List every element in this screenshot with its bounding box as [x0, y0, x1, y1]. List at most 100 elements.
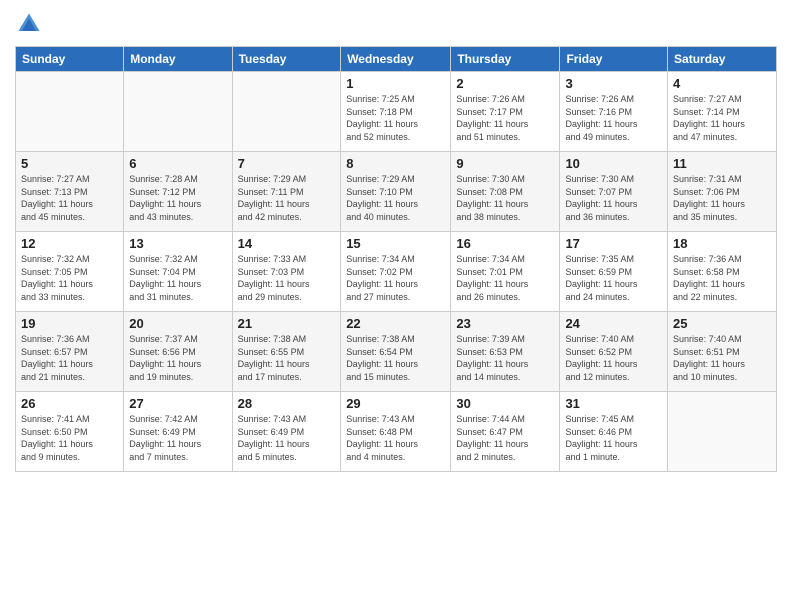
- calendar-cell: 23 Sunrise: 7:39 AM Sunset: 6:53 PM Dayli…: [451, 312, 560, 392]
- day-info: Sunrise: 7:26 AM Sunset: 7:17 PM Dayligh…: [456, 93, 554, 143]
- day-number: 29: [346, 396, 445, 411]
- day-info: Sunrise: 7:27 AM Sunset: 7:14 PM Dayligh…: [673, 93, 771, 143]
- calendar-cell: 27 Sunrise: 7:42 AM Sunset: 6:49 PM Dayli…: [124, 392, 232, 472]
- calendar-cell: 1 Sunrise: 7:25 AM Sunset: 7:18 PM Daylig…: [341, 72, 451, 152]
- day-number: 30: [456, 396, 554, 411]
- day-info: Sunrise: 7:29 AM Sunset: 7:11 PM Dayligh…: [238, 173, 336, 223]
- day-number: 22: [346, 316, 445, 331]
- day-info: Sunrise: 7:38 AM Sunset: 6:55 PM Dayligh…: [238, 333, 336, 383]
- day-info: Sunrise: 7:40 AM Sunset: 6:52 PM Dayligh…: [565, 333, 662, 383]
- day-info: Sunrise: 7:29 AM Sunset: 7:10 PM Dayligh…: [346, 173, 445, 223]
- day-number: 4: [673, 76, 771, 91]
- day-info: Sunrise: 7:37 AM Sunset: 6:56 PM Dayligh…: [129, 333, 226, 383]
- calendar-cell: 12 Sunrise: 7:32 AM Sunset: 7:05 PM Dayli…: [16, 232, 124, 312]
- day-number: 8: [346, 156, 445, 171]
- calendar-cell: 11 Sunrise: 7:31 AM Sunset: 7:06 PM Dayli…: [668, 152, 777, 232]
- day-info: Sunrise: 7:30 AM Sunset: 7:08 PM Dayligh…: [456, 173, 554, 223]
- day-number: 7: [238, 156, 336, 171]
- calendar-week-row: 12 Sunrise: 7:32 AM Sunset: 7:05 PM Dayli…: [16, 232, 777, 312]
- day-info: Sunrise: 7:32 AM Sunset: 7:05 PM Dayligh…: [21, 253, 118, 303]
- calendar: SundayMondayTuesdayWednesdayThursdayFrid…: [15, 46, 777, 472]
- calendar-week-row: 1 Sunrise: 7:25 AM Sunset: 7:18 PM Daylig…: [16, 72, 777, 152]
- day-number: 28: [238, 396, 336, 411]
- calendar-cell: [124, 72, 232, 152]
- day-number: 1: [346, 76, 445, 91]
- calendar-cell: 13Sunrise: 7:32 AM Sunset: 7:04 PM Dayli…: [124, 232, 232, 312]
- day-info: Sunrise: 7:40 AM Sunset: 6:51 PM Dayligh…: [673, 333, 771, 383]
- calendar-cell: 30 Sunrise: 7:44 AM Sunset: 6:47 PM Dayli…: [451, 392, 560, 472]
- day-info: Sunrise: 7:28 AM Sunset: 7:12 PM Dayligh…: [129, 173, 226, 223]
- calendar-cell: 3 Sunrise: 7:26 AM Sunset: 7:16 PM Daylig…: [560, 72, 668, 152]
- calendar-cell: 22 Sunrise: 7:38 AM Sunset: 6:54 PM Dayli…: [341, 312, 451, 392]
- day-info: Sunrise: 7:44 AM Sunset: 6:47 PM Dayligh…: [456, 413, 554, 463]
- day-number: 3: [565, 76, 662, 91]
- weekday-header: Saturday: [668, 47, 777, 72]
- day-number: 12: [21, 236, 118, 251]
- day-info: Sunrise: 7:39 AM Sunset: 6:53 PM Dayligh…: [456, 333, 554, 383]
- day-number: 10: [565, 156, 662, 171]
- calendar-cell: 16 Sunrise: 7:34 AM Sunset: 7:01 PM Dayli…: [451, 232, 560, 312]
- day-number: 27: [129, 396, 226, 411]
- calendar-cell: 29Sunrise: 7:43 AM Sunset: 6:48 PM Dayli…: [341, 392, 451, 472]
- calendar-week-row: 19Sunrise: 7:36 AM Sunset: 6:57 PM Dayli…: [16, 312, 777, 392]
- page: SundayMondayTuesdayWednesdayThursdayFrid…: [0, 0, 792, 612]
- weekday-header: Sunday: [16, 47, 124, 72]
- calendar-cell: 31Sunrise: 7:45 AM Sunset: 6:46 PM Dayli…: [560, 392, 668, 472]
- calendar-cell: 7 Sunrise: 7:29 AM Sunset: 7:11 PM Daylig…: [232, 152, 341, 232]
- day-number: 23: [456, 316, 554, 331]
- day-info: Sunrise: 7:27 AM Sunset: 7:13 PM Dayligh…: [21, 173, 118, 223]
- calendar-cell: 15 Sunrise: 7:34 AM Sunset: 7:02 PM Dayli…: [341, 232, 451, 312]
- calendar-week-row: 26 Sunrise: 7:41 AM Sunset: 6:50 PM Dayli…: [16, 392, 777, 472]
- calendar-cell: 18 Sunrise: 7:36 AM Sunset: 6:58 PM Dayli…: [668, 232, 777, 312]
- day-info: Sunrise: 7:25 AM Sunset: 7:18 PM Dayligh…: [346, 93, 445, 143]
- day-info: Sunrise: 7:36 AM Sunset: 6:57 PM Dayligh…: [21, 333, 118, 383]
- calendar-cell: 5 Sunrise: 7:27 AM Sunset: 7:13 PM Daylig…: [16, 152, 124, 232]
- weekday-header: Wednesday: [341, 47, 451, 72]
- calendar-cell: 28 Sunrise: 7:43 AM Sunset: 6:49 PM Dayli…: [232, 392, 341, 472]
- day-number: 11: [673, 156, 771, 171]
- day-number: 15: [346, 236, 445, 251]
- calendar-cell: 10 Sunrise: 7:30 AM Sunset: 7:07 PM Dayli…: [560, 152, 668, 232]
- day-info: Sunrise: 7:33 AM Sunset: 7:03 PM Dayligh…: [238, 253, 336, 303]
- calendar-cell: 25 Sunrise: 7:40 AM Sunset: 6:51 PM Dayli…: [668, 312, 777, 392]
- weekday-header: Thursday: [451, 47, 560, 72]
- day-info: Sunrise: 7:31 AM Sunset: 7:06 PM Dayligh…: [673, 173, 771, 223]
- day-number: 26: [21, 396, 118, 411]
- calendar-cell: 20 Sunrise: 7:37 AM Sunset: 6:56 PM Dayli…: [124, 312, 232, 392]
- calendar-cell: 9 Sunrise: 7:30 AM Sunset: 7:08 PM Daylig…: [451, 152, 560, 232]
- day-number: 14: [238, 236, 336, 251]
- day-info: Sunrise: 7:34 AM Sunset: 7:02 PM Dayligh…: [346, 253, 445, 303]
- day-number: 5: [21, 156, 118, 171]
- calendar-cell: 17Sunrise: 7:35 AM Sunset: 6:59 PM Dayli…: [560, 232, 668, 312]
- day-info: Sunrise: 7:45 AM Sunset: 6:46 PM Dayligh…: [565, 413, 662, 463]
- day-info: Sunrise: 7:42 AM Sunset: 6:49 PM Dayligh…: [129, 413, 226, 463]
- day-info: Sunrise: 7:34 AM Sunset: 7:01 PM Dayligh…: [456, 253, 554, 303]
- day-info: Sunrise: 7:41 AM Sunset: 6:50 PM Dayligh…: [21, 413, 118, 463]
- calendar-cell: 2Sunrise: 7:26 AM Sunset: 7:17 PM Daylig…: [451, 72, 560, 152]
- day-number: 17: [565, 236, 662, 251]
- calendar-cell: 26 Sunrise: 7:41 AM Sunset: 6:50 PM Dayli…: [16, 392, 124, 472]
- logo-icon: [15, 10, 43, 38]
- logo: [15, 10, 47, 38]
- day-info: Sunrise: 7:26 AM Sunset: 7:16 PM Dayligh…: [565, 93, 662, 143]
- day-number: 13: [129, 236, 226, 251]
- day-number: 20: [129, 316, 226, 331]
- weekday-header: Tuesday: [232, 47, 341, 72]
- calendar-cell: 14 Sunrise: 7:33 AM Sunset: 7:03 PM Dayli…: [232, 232, 341, 312]
- day-number: 25: [673, 316, 771, 331]
- calendar-cell: 24 Sunrise: 7:40 AM Sunset: 6:52 PM Dayli…: [560, 312, 668, 392]
- day-number: 24: [565, 316, 662, 331]
- day-number: 18: [673, 236, 771, 251]
- day-info: Sunrise: 7:36 AM Sunset: 6:58 PM Dayligh…: [673, 253, 771, 303]
- calendar-cell: 8 Sunrise: 7:29 AM Sunset: 7:10 PM Daylig…: [341, 152, 451, 232]
- weekday-header: Friday: [560, 47, 668, 72]
- day-number: 16: [456, 236, 554, 251]
- day-number: 9: [456, 156, 554, 171]
- day-info: Sunrise: 7:43 AM Sunset: 6:49 PM Dayligh…: [238, 413, 336, 463]
- weekday-header: Monday: [124, 47, 232, 72]
- calendar-week-row: 5 Sunrise: 7:27 AM Sunset: 7:13 PM Daylig…: [16, 152, 777, 232]
- day-info: Sunrise: 7:30 AM Sunset: 7:07 PM Dayligh…: [565, 173, 662, 223]
- day-info: Sunrise: 7:38 AM Sunset: 6:54 PM Dayligh…: [346, 333, 445, 383]
- calendar-cell: [668, 392, 777, 472]
- calendar-cell: 21Sunrise: 7:38 AM Sunset: 6:55 PM Dayli…: [232, 312, 341, 392]
